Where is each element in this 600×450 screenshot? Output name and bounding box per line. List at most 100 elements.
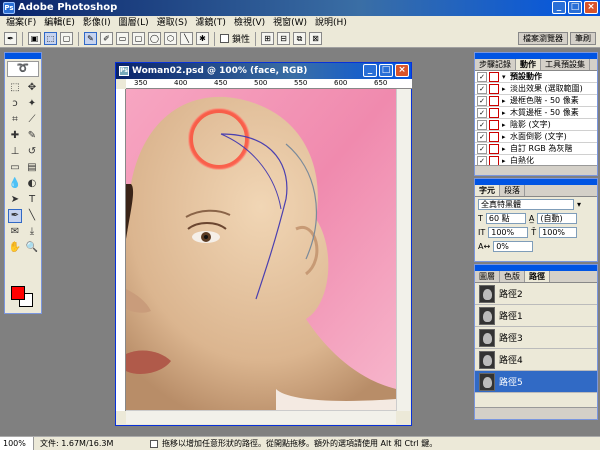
lasso-tool-icon[interactable]: ↄ [8, 97, 22, 111]
fill-pixels-button[interactable]: ▢ [60, 32, 73, 45]
freeform-pen-button[interactable]: ✐ [100, 32, 113, 45]
blur-tool-icon[interactable]: 💧 [8, 177, 22, 191]
menu-help[interactable]: 說明(H) [311, 16, 351, 30]
dialog-toggle-icon[interactable] [489, 95, 499, 106]
polygon-shape-button[interactable]: ⬡ [164, 32, 177, 45]
gradient-tool-icon[interactable]: ▤ [25, 161, 39, 175]
type-tool-icon[interactable]: T [25, 193, 39, 207]
font-size-field[interactable]: 60 點 [485, 212, 526, 224]
action-item[interactable]: ✓ ▸ 木質邊框 - 50 像素 [475, 107, 597, 119]
ellipse-shape-button[interactable]: ◯ [148, 32, 161, 45]
check-icon[interactable]: ✓ [477, 155, 487, 166]
path-add-button[interactable]: ⊞ [261, 32, 275, 45]
action-item[interactable]: ✓ ▸ 邊框色階 - 50 像素 [475, 95, 597, 107]
tab-channels[interactable]: 色版 [500, 271, 525, 282]
action-expand-icon[interactable]: ▸ [502, 145, 510, 153]
close-button[interactable]: × [584, 1, 598, 14]
healing-brush-tool-icon[interactable]: ✚ [8, 129, 22, 143]
history-brush-tool-icon[interactable]: ↺ [25, 145, 39, 159]
chevron-down-icon[interactable]: ▾ [577, 200, 581, 209]
tool-preset-picker[interactable]: ✒ [4, 32, 17, 45]
action-expand-icon[interactable]: ▸ [502, 157, 510, 165]
menu-select[interactable]: 選取(S) [153, 16, 192, 30]
slice-tool-icon[interactable]: ⟋ [25, 113, 39, 127]
path-item[interactable]: 路徑5 [475, 371, 597, 393]
zoom-tool-icon[interactable]: 🔍 [25, 241, 39, 255]
clone-stamp-tool-icon[interactable]: ⊥ [8, 145, 22, 159]
tab-paths[interactable]: 路徑 [525, 271, 550, 282]
check-icon[interactable]: ✓ [477, 143, 487, 154]
foreground-color-swatch[interactable] [11, 286, 25, 300]
vertical-scale-field[interactable]: 100% [488, 226, 529, 238]
eyedropper-tool-icon[interactable]: ⤓ [25, 225, 39, 239]
shape-layers-button[interactable]: ▣ [28, 32, 41, 45]
vertical-scrollbar[interactable] [396, 89, 410, 411]
menu-layer[interactable]: 圖層(L) [115, 16, 153, 30]
action-item[interactable]: ✓ ▾ 預設動作 [475, 71, 597, 83]
maximize-button[interactable]: □ [568, 1, 582, 14]
check-icon[interactable]: ✓ [477, 83, 487, 94]
font-family-select[interactable]: 全真特黑體 [478, 198, 574, 210]
dialog-toggle-icon[interactable] [489, 143, 499, 154]
line-tool-icon[interactable]: ╲ [25, 209, 39, 223]
tab-character[interactable]: 字元 [475, 185, 500, 196]
rounded-rect-shape-button[interactable]: ▢ [132, 32, 145, 45]
brushes-tab[interactable]: 筆刷 [570, 32, 596, 45]
tab-paragraph[interactable]: 段落 [500, 185, 525, 196]
doc-close-button[interactable]: × [395, 64, 409, 77]
crop-tool-icon[interactable]: ⌗ [8, 113, 22, 127]
menu-window[interactable]: 視窗(W) [269, 16, 311, 30]
brush-tool-icon[interactable]: ✎ [25, 129, 39, 143]
path-intersect-button[interactable]: ⧉ [293, 32, 307, 45]
file-browser-tab[interactable]: 檔案瀏覽器 [518, 32, 568, 45]
tab-actions[interactable]: 動作 [516, 59, 541, 70]
menu-filter[interactable]: 濾鏡(T) [191, 16, 230, 30]
action-expand-icon[interactable]: ▸ [502, 133, 510, 141]
path-selection-tool-icon[interactable]: ➤ [8, 193, 22, 207]
doc-minimize-button[interactable]: _ [363, 64, 377, 77]
dialog-toggle-icon[interactable] [489, 71, 499, 82]
eraser-tool-icon[interactable]: ▭ [8, 161, 22, 175]
zoom-level[interactable]: 100% [0, 437, 34, 450]
dodge-tool-icon[interactable]: ◐ [25, 177, 39, 191]
horizontal-scale-field[interactable]: 100% [539, 226, 578, 238]
menu-edit[interactable]: 編輯(E) [40, 16, 79, 30]
minimize-button[interactable]: _ [552, 1, 566, 14]
folder-expand-icon[interactable]: ▾ [502, 73, 510, 81]
dialog-toggle-icon[interactable] [489, 155, 499, 166]
pen-tool-icon[interactable]: ✒ [8, 209, 22, 223]
action-item[interactable]: ✓ ▸ 自訂 RGB 為灰階 [475, 143, 597, 155]
action-expand-icon[interactable]: ▸ [502, 109, 510, 117]
path-item[interactable]: 路徑1 [475, 305, 597, 327]
dialog-toggle-icon[interactable] [489, 119, 499, 130]
tracking-field[interactable]: 0% [493, 240, 534, 252]
tab-history[interactable]: 步驟記錄 [475, 59, 516, 70]
path-item[interactable]: 路徑2 [475, 283, 597, 305]
action-expand-icon[interactable]: ▸ [502, 121, 510, 129]
path-exclude-button[interactable]: ⊠ [309, 32, 323, 45]
marquee-tool-icon[interactable]: ⬚ [8, 81, 22, 95]
menu-view[interactable]: 檢視(V) [230, 16, 269, 30]
tab-layers[interactable]: 圖層 [475, 271, 500, 282]
horizontal-scrollbar[interactable] [126, 410, 396, 424]
path-item[interactable]: 路徑3 [475, 327, 597, 349]
action-item[interactable]: ✓ ▸ 陰影 (文字) [475, 119, 597, 131]
action-expand-icon[interactable]: ▸ [502, 85, 510, 93]
path-subtract-button[interactable]: ⊟ [277, 32, 291, 45]
status-arrow-icon[interactable] [150, 440, 158, 448]
check-icon[interactable]: ✓ [477, 119, 487, 130]
dialog-toggle-icon[interactable] [489, 107, 499, 118]
action-item[interactable]: ✓ ▸ 淡出效果 (選取範圍) [475, 83, 597, 95]
dialog-toggle-icon[interactable] [489, 131, 499, 142]
check-icon[interactable]: ✓ [477, 131, 487, 142]
check-icon[interactable]: ✓ [477, 107, 487, 118]
rectangle-shape-button[interactable]: ▭ [116, 32, 129, 45]
tab-tool-presets[interactable]: 工具預設集 [541, 59, 590, 70]
action-expand-icon[interactable]: ▸ [502, 97, 510, 105]
notes-tool-icon[interactable]: ✉ [8, 225, 22, 239]
hand-tool-icon[interactable]: ✋ [8, 241, 22, 255]
image-canvas[interactable] [126, 89, 396, 411]
menu-image[interactable]: 影像(I) [79, 16, 115, 30]
pen-tool-button[interactable]: ✎ [84, 32, 97, 45]
check-icon[interactable]: ✓ [477, 71, 487, 82]
